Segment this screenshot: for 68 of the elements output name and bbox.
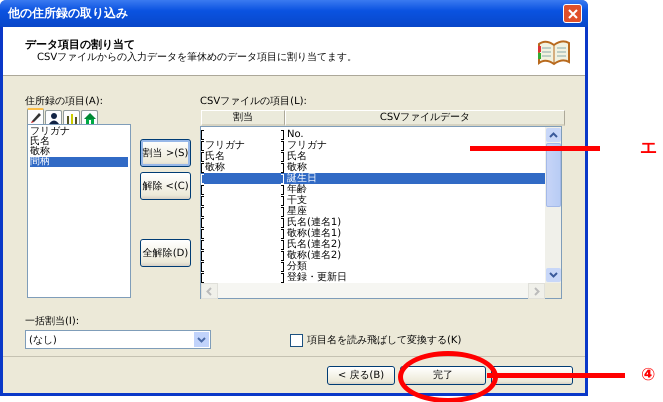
finish-button[interactable]: 完了	[400, 366, 486, 384]
table-cell: 干支	[287, 195, 307, 206]
assign-button[interactable]: 割当 >(S)	[140, 139, 191, 167]
pen-icon	[28, 110, 42, 124]
table-cell: No.	[287, 129, 304, 140]
table-row[interactable]: No.	[201, 129, 545, 140]
table-row[interactable]: 星座	[201, 206, 545, 217]
annotation-label: ④	[641, 365, 656, 385]
table-row[interactable]: 誕生日	[201, 173, 545, 184]
table-cell: 敬称(連名1)	[287, 228, 342, 239]
table-row[interactable]: フリガナ フリガナ	[201, 140, 545, 151]
icon-tab[interactable]	[63, 110, 80, 124]
window-title: 他の住所録の取り込み	[8, 5, 128, 22]
table-row[interactable]: 氏名(連名1)	[201, 217, 545, 228]
person-icon	[46, 110, 60, 124]
table-cell-text: 氏名	[204, 151, 226, 162]
table-cell: フリガナ	[287, 140, 327, 151]
table-cell: 登録・更新日	[287, 272, 347, 283]
header-description: CSVファイルからの入力データを筆休めのデータ項目に割り当てます。	[36, 51, 358, 64]
scrollbar-corner	[545, 283, 561, 298]
table-row[interactable]: 氏名(連名2)	[201, 239, 545, 250]
icon-tab[interactable]	[27, 108, 44, 124]
vertical-scrollbar[interactable]	[545, 127, 561, 283]
house-icon	[82, 110, 96, 124]
list-item[interactable]: 氏名	[30, 137, 128, 147]
table-row[interactable]: 干支	[201, 195, 545, 206]
annotation-label: エ	[640, 138, 657, 158]
scroll-right-icon	[528, 282, 545, 298]
table-cell: 星座	[287, 206, 307, 217]
list-item[interactable]: フリガナ	[30, 127, 128, 137]
close-button[interactable]	[563, 4, 582, 23]
scroll-down-icon	[546, 268, 560, 282]
bulk-assign-dropdown[interactable]: (なし)	[25, 330, 211, 349]
column-header[interactable]: CSVファイルデータ	[285, 110, 565, 126]
scroll-thumb[interactable]	[546, 143, 560, 207]
table-row[interactable]: 敬称(連名2)	[201, 250, 545, 261]
table-cell: 分類	[287, 261, 307, 272]
table-row[interactable]: 分類	[201, 261, 545, 272]
table-cell: 氏名(連名1)	[287, 217, 342, 228]
field-label: 一括割当(I):	[25, 315, 80, 329]
back-button[interactable]: < 戻る(B)	[327, 366, 395, 384]
assign-button[interactable]: 解除 <(C)	[140, 172, 191, 200]
table-cell: 年齢	[287, 184, 307, 195]
list-item[interactable]: 敬称	[30, 147, 128, 157]
table-cell: 氏名(連名2)	[287, 239, 342, 250]
table-cell: 誕生日	[287, 173, 317, 184]
table-row[interactable]: 年齢	[201, 184, 545, 195]
field-label: 住所録の項目(A):	[25, 95, 104, 109]
checkbox[interactable]	[290, 334, 303, 346]
checkbox-label: 項目名を読み飛ばして変換する(K)	[307, 334, 462, 347]
horizontal-scrollbar[interactable]	[201, 283, 545, 298]
table-cell: 敬称(連名2)	[287, 250, 342, 261]
table-cell-text: フリガナ	[204, 140, 246, 151]
table-cell-text: 敬称	[204, 162, 226, 173]
table-row[interactable]: 敬称(連名1)	[201, 228, 545, 239]
icon-tab[interactable]	[45, 110, 62, 124]
scroll-left-icon	[201, 282, 218, 298]
header-title: データ項目の割り当て	[25, 38, 136, 51]
table-row[interactable]: 敬称 敬称	[201, 162, 545, 173]
assign-button[interactable]: 全解除(D)	[140, 239, 191, 267]
column-header[interactable]: 割当	[201, 110, 285, 126]
scroll-up-icon	[546, 128, 560, 142]
table-cell: 氏名	[287, 151, 307, 162]
close-icon	[568, 8, 578, 18]
table-cell: 敬称	[287, 162, 307, 173]
field-label: CSVファイルの項目(L):	[200, 95, 308, 109]
table-row[interactable]: 氏名 氏名	[201, 151, 545, 162]
table-row[interactable]: 登録・更新日	[201, 272, 545, 283]
